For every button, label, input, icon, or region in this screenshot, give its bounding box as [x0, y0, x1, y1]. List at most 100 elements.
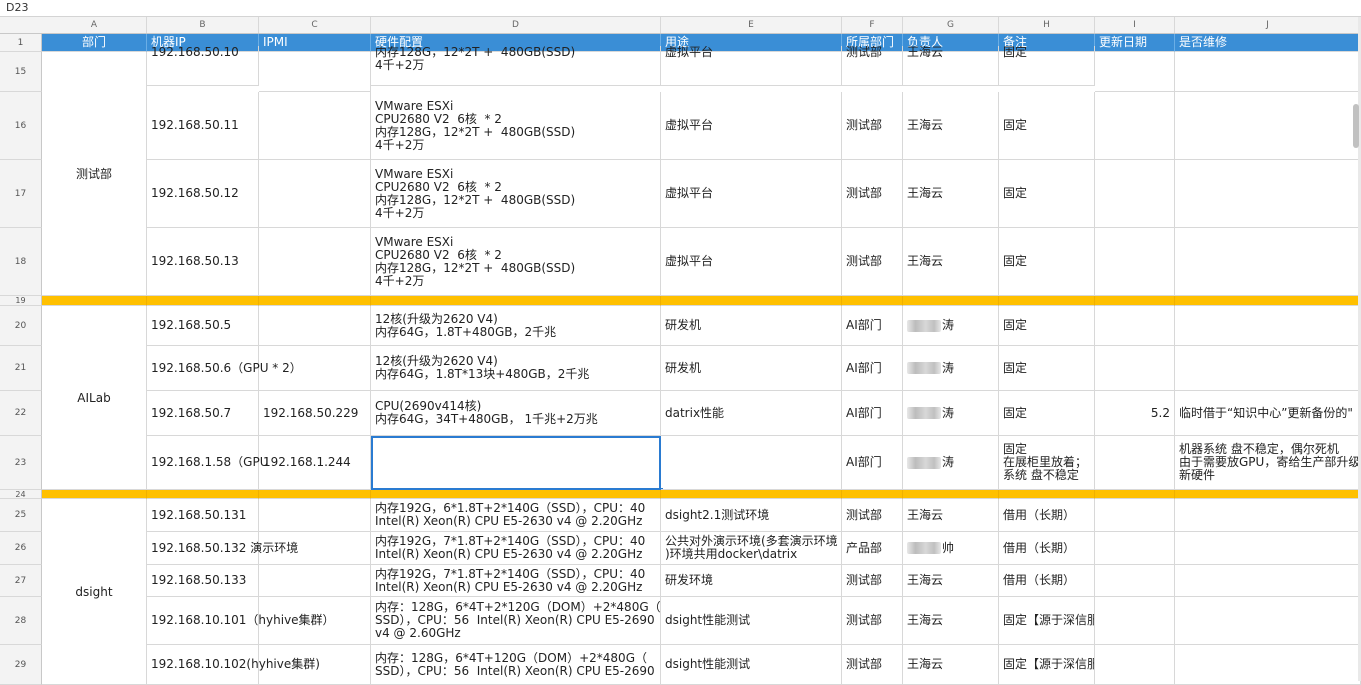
cell-b[interactable]: 192.168.50.131: [147, 499, 259, 532]
name-box[interactable]: D23: [0, 0, 1361, 17]
separator-cell[interactable]: [42, 296, 147, 306]
separator-cell[interactable]: [903, 296, 999, 306]
cell-g[interactable]: 帅: [903, 532, 999, 565]
cell-e[interactable]: 公共对外演示环境(多套演示环境 )环境共用docker\datrix: [661, 532, 842, 565]
cell-f[interactable]: 测试部: [842, 160, 903, 228]
cell-d[interactable]: 内存：128G，6*4T+2*120G（DOM）+2*480G（ SSD），CP…: [371, 597, 661, 645]
cell-h[interactable]: 固定: [999, 160, 1095, 228]
row-header[interactable]: 27: [0, 565, 42, 597]
cell-e[interactable]: 研发机: [661, 306, 842, 346]
row-header[interactable]: 16: [0, 92, 42, 160]
cell-g[interactable]: 王海云: [903, 499, 999, 532]
cell-g[interactable]: 王海云: [903, 228, 999, 296]
separator-cell[interactable]: [42, 490, 147, 499]
cell-b[interactable]: 192.168.1.58（GPU: [147, 436, 268, 490]
cell-f[interactable]: 测试部: [842, 499, 903, 532]
cell-e[interactable]: dsight2.1测试环境: [661, 499, 842, 532]
cell-j[interactable]: [1175, 306, 1361, 346]
column-header-a[interactable]: A: [42, 17, 147, 33]
cell-f[interactable]: AI部门: [842, 436, 903, 490]
group-cell-test[interactable]: 测试部: [42, 52, 147, 296]
cell-e[interactable]: dsight性能测试: [661, 645, 842, 685]
row-header[interactable]: 28: [0, 597, 42, 645]
separator-cell[interactable]: [842, 296, 903, 306]
cell-d[interactable]: 12核(升级为2620 V4) 内存64G，1.8T+480GB，2千兆: [371, 306, 661, 346]
separator-cell[interactable]: [259, 296, 371, 306]
cell-i[interactable]: [1095, 92, 1175, 160]
cell-g[interactable]: 王海云: [903, 92, 999, 160]
cell-j[interactable]: [1175, 346, 1361, 391]
cell-f[interactable]: AI部门: [842, 306, 903, 346]
cell-e[interactable]: dsight性能测试: [661, 597, 842, 645]
row-header[interactable]: 22: [0, 391, 42, 436]
header-cell[interactable]: 部门: [42, 34, 147, 52]
cell-b[interactable]: 192.168.10.101（hyhive集群）: [147, 597, 335, 645]
cell-h[interactable]: 固定: [999, 306, 1095, 346]
cell-e[interactable]: datrix性能: [661, 391, 842, 436]
separator-cell[interactable]: [147, 490, 259, 499]
cell-g[interactable]: 涛: [903, 391, 999, 436]
cell-c[interactable]: [259, 565, 371, 597]
cell-h[interactable]: 借用（长期）: [999, 499, 1095, 532]
row-header[interactable]: 20: [0, 306, 42, 346]
cell-i[interactable]: [1095, 597, 1175, 645]
cell-j[interactable]: [1175, 52, 1361, 92]
cell-e[interactable]: 虚拟平台: [661, 228, 842, 296]
row-header[interactable]: 21: [0, 346, 42, 391]
cell-i[interactable]: [1095, 346, 1175, 391]
cell-d[interactable]: VMware ESXi CPU2680 V2 6核 * 2 内存128G，12*…: [371, 228, 661, 296]
cell-c[interactable]: 192.168.50.229: [259, 391, 371, 436]
cell-g[interactable]: 涛: [903, 346, 999, 391]
separator-cell[interactable]: [999, 490, 1095, 499]
cell-i[interactable]: [1095, 160, 1175, 228]
cell-b[interactable]: 192.168.10.102(hyhive集群): [147, 645, 320, 685]
cell-j[interactable]: [1175, 645, 1361, 685]
cell-i[interactable]: 5.2: [1095, 391, 1175, 436]
row-header[interactable]: 19: [0, 296, 42, 306]
separator-cell[interactable]: [1095, 490, 1175, 499]
cell-j[interactable]: [1175, 499, 1361, 532]
cell-i[interactable]: [1095, 228, 1175, 296]
cell-g[interactable]: 王海云: [903, 597, 999, 645]
group-cell-dsight[interactable]: dsight: [42, 499, 147, 685]
vertical-scrollbar-thumb[interactable]: [1353, 104, 1359, 148]
cell-h[interactable]: 固定: [999, 346, 1095, 391]
separator-cell[interactable]: [1095, 296, 1175, 306]
separator-cell[interactable]: [371, 296, 661, 306]
cell-i[interactable]: [1095, 645, 1175, 685]
column-header-b[interactable]: B: [147, 17, 259, 33]
column-header-g[interactable]: G: [903, 17, 999, 33]
cell-j[interactable]: 临时借于“知识中心”更新备份的": [1175, 391, 1361, 436]
cell-j[interactable]: [1175, 597, 1361, 645]
cell-c[interactable]: [259, 346, 371, 391]
separator-cell[interactable]: [842, 490, 903, 499]
cell-c[interactable]: [259, 645, 371, 685]
cell-h[interactable]: 固定【源于深信服】: [999, 597, 1095, 645]
cell-h[interactable]: 固定: [999, 92, 1095, 160]
cell-c[interactable]: [259, 92, 371, 160]
cell-i[interactable]: [1095, 436, 1175, 490]
separator-cell[interactable]: [1175, 296, 1361, 306]
cell-e[interactable]: 虚拟平台: [661, 46, 842, 86]
cell-d[interactable]: VMware ESXi CPU2680 V2 6核 * 2 内存128G，12*…: [371, 92, 661, 160]
cell-b[interactable]: 192.168.50.7: [147, 391, 259, 436]
cell-e[interactable]: [661, 436, 842, 490]
cell-j[interactable]: [1175, 160, 1361, 228]
separator-cell[interactable]: [371, 490, 661, 499]
cell-d[interactable]: 内存：128G，6*4T+120G（DOM）+2*480G（ SSD），CPU：…: [371, 645, 661, 685]
cell-g[interactable]: 王海云: [903, 160, 999, 228]
cell-i[interactable]: [1095, 499, 1175, 532]
cell-b[interactable]: 192.168.50.133: [147, 565, 259, 597]
separator-cell[interactable]: [661, 296, 842, 306]
cell-h[interactable]: 固定: [999, 228, 1095, 296]
cell-j[interactable]: [1175, 92, 1361, 160]
cell-e[interactable]: 研发机: [661, 346, 842, 391]
separator-cell[interactable]: [661, 490, 842, 499]
separator-cell[interactable]: [259, 490, 371, 499]
cell-d[interactable]: 内存192G，6*1.8T+2*140G（SSD），CPU：40 Intel(R…: [371, 499, 661, 532]
cell-i[interactable]: [1095, 565, 1175, 597]
cell-c[interactable]: [259, 597, 371, 645]
cell-f[interactable]: 测试部: [842, 597, 903, 645]
cell-h[interactable]: 固定 在展柜里放着； 系统 盘不稳定: [999, 436, 1095, 490]
column-header-e[interactable]: E: [661, 17, 842, 33]
